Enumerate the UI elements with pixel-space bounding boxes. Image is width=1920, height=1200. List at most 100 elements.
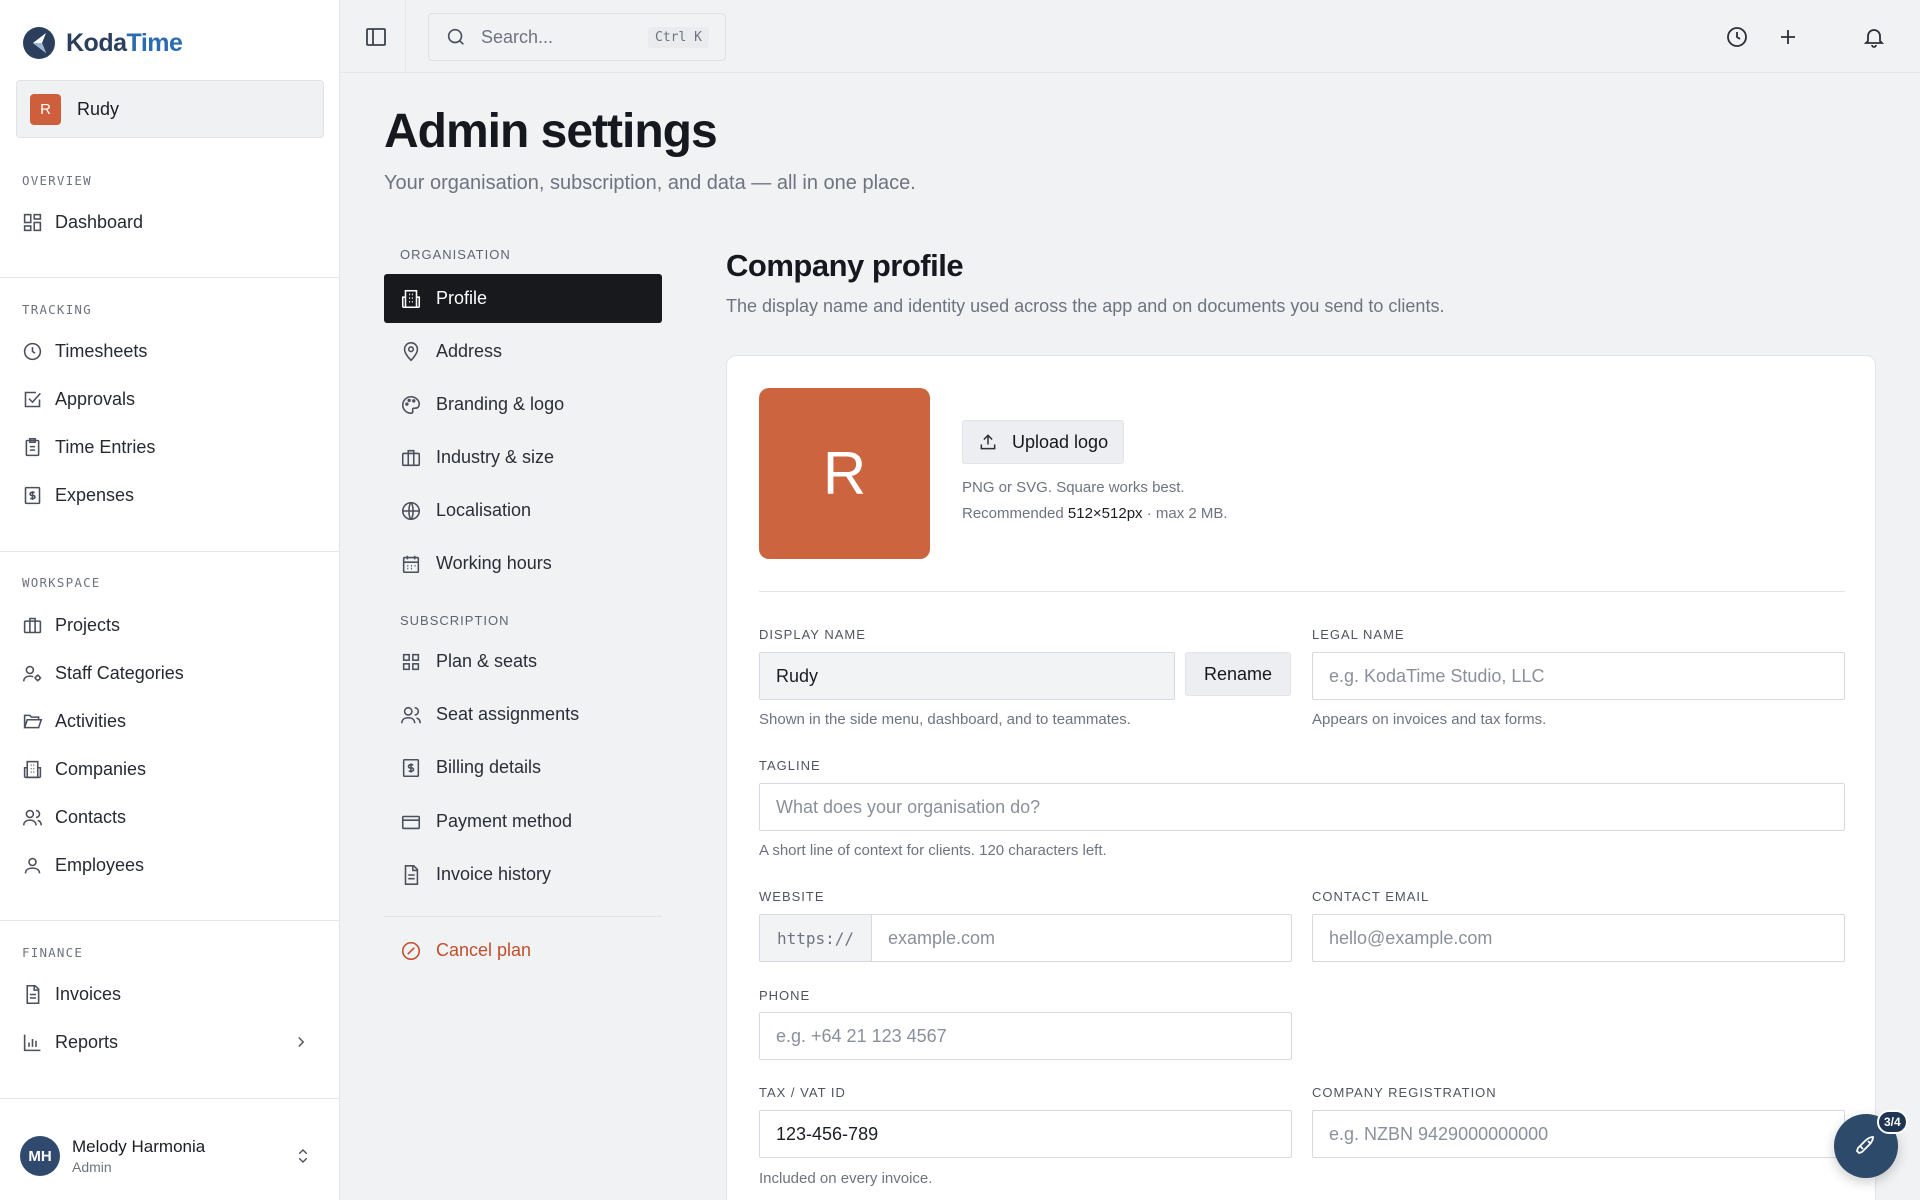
company-registration-label: COMPANY REGISTRATION <box>1312 1085 1497 1100</box>
credit-card-icon <box>401 815 421 829</box>
sidebar-item-contacts[interactable]: Contacts <box>22 797 322 837</box>
cancel-plan-button[interactable]: Cancel plan <box>384 926 662 975</box>
settings-item-label: Invoice history <box>436 864 552 884</box>
bar-chart-icon <box>23 1034 41 1051</box>
settings-item-label: Industry & size <box>436 447 555 467</box>
cancel-circle-icon <box>401 941 421 960</box>
file-text-icon <box>26 984 40 1004</box>
settings-item-invoice-history[interactable]: Invoice history <box>384 850 662 899</box>
sidebar-item-time-entries[interactable]: Time Entries <box>22 427 322 467</box>
contact-email-field[interactable] <box>1312 914 1845 962</box>
legal-name-field[interactable] <box>1312 652 1845 700</box>
grid-icon <box>402 653 420 670</box>
settings-item-label: Address <box>436 341 503 361</box>
sidebar-item-timesheets[interactable]: Timesheets <box>22 331 322 371</box>
sidebar-item-dashboard[interactable]: Dashboard <box>22 202 322 242</box>
user-name: Melody Harmonia <box>72 1137 206 1156</box>
sidebar-item-invoices[interactable]: Invoices <box>22 974 322 1014</box>
sidebar-item-label: Reports <box>55 1031 119 1052</box>
chevron-right-icon[interactable] <box>292 1033 310 1051</box>
org-avatar: R <box>30 93 61 125</box>
search-input[interactable] <box>481 26 631 48</box>
settings-item-industry[interactable]: Industry & size <box>384 433 662 482</box>
display-name-help: Shown in the side menu, dashboard, and t… <box>759 711 1131 728</box>
section-title: Company profile <box>726 248 964 283</box>
sidebar-item-employees[interactable]: Employees <box>22 845 322 885</box>
building-icon <box>401 289 421 308</box>
search-shortcut: Ctrl K <box>648 26 709 48</box>
settings-item-label: Plan & seats <box>436 651 538 671</box>
brand-name: KodaTime <box>66 28 183 57</box>
settings-item-working-hours[interactable]: Working hours <box>384 539 662 588</box>
phone-label: PHONE <box>759 988 811 1003</box>
sidebar-item-label: Companies <box>55 758 147 779</box>
sidebar-item-label: Employees <box>55 854 145 875</box>
rename-button[interactable]: Rename <box>1185 652 1291 696</box>
rocket-icon <box>1855 1136 1874 1155</box>
sidebar-toggle-icon[interactable] <box>364 25 388 49</box>
user-menu[interactable]: MH Melody Harmonia Admin <box>20 1134 320 1178</box>
calendar-icon <box>402 555 420 573</box>
receipt-dollar-icon <box>402 758 420 777</box>
settings-item-billing-details[interactable]: Billing details <box>384 743 662 792</box>
card-divider <box>759 591 1845 592</box>
sidebar-item-expenses[interactable]: Expenses <box>22 475 322 515</box>
brand[interactable]: KodaTime <box>22 26 183 60</box>
briefcase-icon <box>401 449 421 466</box>
phone-field[interactable] <box>759 1012 1292 1060</box>
topbar-divider <box>405 0 406 73</box>
users-icon <box>22 809 43 825</box>
tax-id-field[interactable] <box>759 1110 1292 1158</box>
settings-divider <box>384 916 662 917</box>
settings-item-localisation[interactable]: Localisation <box>384 486 662 535</box>
chevrons-up-down-icon[interactable] <box>294 1147 312 1165</box>
user-icon <box>24 857 41 873</box>
section-description: The display name and identity used acros… <box>726 296 1445 316</box>
upload-hint-size: Recommended 512×512px · max 2 MB. <box>962 505 1228 522</box>
sidebar-item-projects[interactable]: Projects <box>22 605 322 645</box>
search-box[interactable]: Ctrl K <box>428 13 726 61</box>
settings-item-profile[interactable]: Profile <box>384 274 662 323</box>
nav-divider <box>0 277 339 278</box>
history-clock-icon[interactable] <box>1725 25 1749 49</box>
sidebar-item-label: Expenses <box>55 484 135 505</box>
tagline-label: TAGLINE <box>759 758 821 773</box>
nav-section-workspace: WORKSPACE <box>22 575 101 590</box>
sidebar-item-label: Approvals <box>55 388 136 409</box>
legal-name-label: LEGAL NAME <box>1312 627 1405 642</box>
map-pin-icon <box>403 341 419 361</box>
settings-item-payment-method[interactable]: Payment method <box>384 797 662 846</box>
dashboard-icon <box>23 213 42 231</box>
settings-item-branding[interactable]: Branding & logo <box>384 380 662 429</box>
settings-item-label: Branding & logo <box>436 394 565 414</box>
onboarding-progress-badge: 3/4 <box>1877 1110 1908 1134</box>
sidebar-item-approvals[interactable]: Approvals <box>22 379 322 419</box>
app-sidebar: KodaTime R Rudy OVERVIEW Dashboard TRACK… <box>0 0 340 1200</box>
settings-item-label: Profile <box>436 288 488 308</box>
sidebar-item-staff-categories[interactable]: Staff Categories <box>22 653 322 693</box>
settings-item-address[interactable]: Address <box>384 327 662 376</box>
tagline-field[interactable] <box>759 783 1845 831</box>
sidebar-item-activities[interactable]: Activities <box>22 701 322 741</box>
website-field[interactable] <box>871 914 1292 962</box>
sidebar-item-reports[interactable]: Reports <box>22 1022 322 1062</box>
file-text-icon <box>404 864 419 885</box>
globe-icon <box>401 501 421 520</box>
sidebar-item-companies[interactable]: Companies <box>22 749 322 789</box>
display-name-label: DISPLAY NAME <box>759 627 866 642</box>
palette-icon <box>402 395 421 414</box>
sidebar-item-label: Invoices <box>55 983 122 1004</box>
settings-item-label: Working hours <box>436 553 552 573</box>
org-name: Rudy <box>77 98 120 119</box>
settings-item-seat-assignments[interactable]: Seat assignments <box>384 690 662 739</box>
upload-logo-button[interactable]: Upload logo <box>962 420 1125 464</box>
display-name-field[interactable] <box>759 652 1175 700</box>
upload-logo-label: Upload logo <box>1012 431 1109 452</box>
receipt-dollar-icon <box>24 486 41 504</box>
settings-item-plan-seats[interactable]: Plan & seats <box>384 637 662 686</box>
plus-icon[interactable] <box>1776 25 1800 49</box>
bell-icon[interactable] <box>1862 25 1886 49</box>
company-registration-field[interactable] <box>1312 1110 1845 1158</box>
org-switcher[interactable]: R Rudy <box>16 80 324 138</box>
sidebar-item-label: Staff Categories <box>55 662 184 683</box>
